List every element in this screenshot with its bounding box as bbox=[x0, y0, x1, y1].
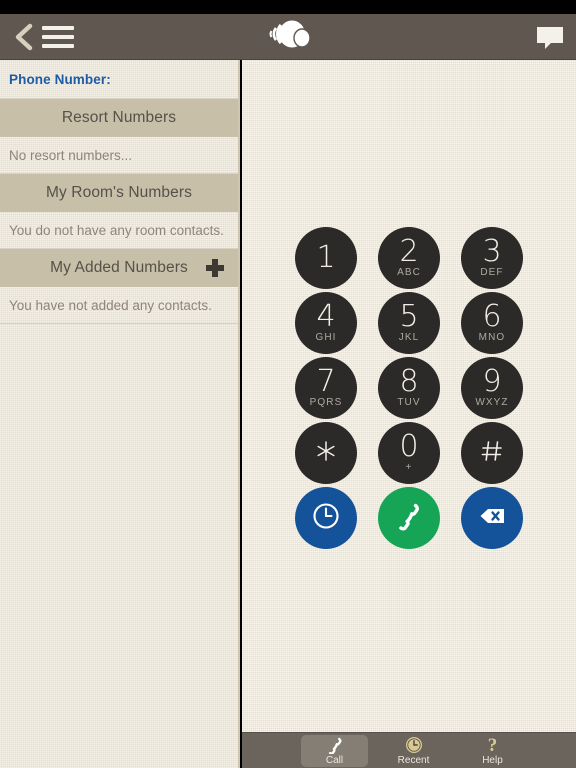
key-1[interactable]: 1 bbox=[295, 227, 357, 289]
key-digit: 8 bbox=[399, 363, 419, 399]
app-logo bbox=[258, 20, 318, 54]
empty-state-text: No resort numbers... bbox=[9, 147, 133, 163]
clock-icon bbox=[309, 499, 343, 538]
empty-state-my-rooms-numbers: You do not have any room contacts. bbox=[0, 212, 238, 248]
key-8[interactable]: 8 TUV bbox=[378, 357, 440, 419]
key-digit: 1 bbox=[316, 240, 336, 275]
delete-button[interactable] bbox=[461, 487, 523, 549]
tab-recent[interactable]: Recent bbox=[380, 735, 447, 767]
key-2[interactable]: 2 ABC bbox=[378, 227, 440, 289]
key-digit: 9 bbox=[482, 363, 502, 399]
tab-label: Help bbox=[482, 754, 503, 766]
phone-handset-icon bbox=[325, 737, 345, 754]
keypad-row-2: 4 GHI 5 JKL 6 MNO bbox=[295, 292, 523, 354]
key-digit: 5 bbox=[399, 298, 419, 334]
empty-state-text: You do not have any room contacts. bbox=[9, 222, 224, 238]
question-mark-icon: ? bbox=[487, 734, 498, 756]
key-digit: 6 bbox=[482, 298, 502, 334]
section-header-my-added-numbers[interactable]: My Added Numbers bbox=[0, 249, 238, 287]
section-title: My Room's Numbers bbox=[46, 184, 192, 201]
key-6[interactable]: 6 MNO bbox=[461, 292, 523, 354]
key-digit: 7 bbox=[316, 363, 336, 399]
call-button[interactable] bbox=[378, 487, 440, 549]
empty-state-my-added-numbers: You have not added any contacts. bbox=[0, 287, 238, 323]
key-letters: TUV bbox=[397, 396, 421, 408]
empty-state-resort-numbers: No resort numbers... bbox=[0, 137, 238, 173]
key-letters: GHI bbox=[315, 331, 337, 343]
hash-icon bbox=[477, 436, 507, 471]
section-title: My Added Numbers bbox=[50, 259, 188, 276]
top-navigation-bar bbox=[0, 14, 576, 60]
hamburger-bar-1 bbox=[42, 26, 74, 30]
divider bbox=[0, 323, 238, 324]
clock-icon bbox=[405, 737, 423, 754]
key-letters: + bbox=[405, 461, 413, 473]
empty-state-text: You have not added any contacts. bbox=[9, 297, 212, 313]
key-0[interactable]: 0 + bbox=[378, 422, 440, 484]
back-button[interactable] bbox=[8, 21, 40, 53]
key-digit: 2 bbox=[399, 233, 419, 269]
hamburger-bar-2 bbox=[42, 35, 74, 39]
hamburger-menu-button[interactable] bbox=[42, 24, 74, 50]
key-letters: MNO bbox=[478, 331, 506, 343]
keypad-row-4: 0 + bbox=[295, 422, 523, 484]
key-4[interactable]: 4 GHI bbox=[295, 292, 357, 354]
tab-list: Call Recent ? Help bbox=[299, 735, 526, 767]
key-7[interactable]: 7 PQRS bbox=[295, 357, 357, 419]
key-digit: 3 bbox=[482, 233, 502, 269]
tab-help[interactable]: ? Help bbox=[459, 735, 526, 767]
dial-pad: 1 2 ABC 3 DEF 4 GHI 5 JKL 6 MNO 7 PQRS 8… bbox=[295, 227, 523, 549]
phone-handset-icon bbox=[392, 499, 426, 538]
status-bar bbox=[0, 0, 576, 14]
keypad-row-1: 1 2 ABC 3 DEF bbox=[295, 227, 523, 289]
key-letters: PQRS bbox=[309, 396, 343, 408]
section-header-my-rooms-numbers[interactable]: My Room's Numbers bbox=[0, 174, 238, 212]
key-letters: DEF bbox=[480, 266, 504, 278]
backspace-icon bbox=[475, 499, 509, 538]
chat-button[interactable] bbox=[534, 24, 566, 50]
key-letters: ABC bbox=[397, 266, 421, 278]
key-digit: 4 bbox=[316, 298, 336, 334]
key-star[interactable] bbox=[295, 422, 357, 484]
chevron-left-icon bbox=[14, 23, 34, 51]
section-title: Resort Numbers bbox=[61, 109, 177, 126]
phone-number-label: Phone Number: bbox=[9, 71, 111, 87]
key-hash[interactable] bbox=[461, 422, 523, 484]
keypad-row-3: 7 PQRS 8 TUV 9 WXYZ bbox=[295, 357, 523, 419]
recent-calls-button[interactable] bbox=[295, 487, 357, 549]
key-digit: 0 bbox=[399, 428, 419, 464]
add-contact-plus-icon[interactable] bbox=[206, 259, 224, 277]
seashell-logo-icon bbox=[262, 20, 314, 55]
dialer-panel: 1 2 ABC 3 DEF 4 GHI 5 JKL 6 MNO 7 PQRS 8… bbox=[242, 60, 576, 768]
contacts-sidebar: Phone Number: Resort Numbers No resort n… bbox=[0, 60, 240, 768]
tab-label: Call bbox=[325, 754, 344, 766]
phone-number-row[interactable]: Phone Number: bbox=[0, 60, 238, 98]
key-3[interactable]: 3 DEF bbox=[461, 227, 523, 289]
phone-dialer-app: Phone Number: Resort Numbers No resort n… bbox=[0, 0, 576, 768]
key-5[interactable]: 5 JKL bbox=[378, 292, 440, 354]
tab-label: Recent bbox=[397, 754, 430, 766]
key-9[interactable]: 9 WXYZ bbox=[461, 357, 523, 419]
asterisk-icon bbox=[311, 436, 341, 471]
key-letters: WXYZ bbox=[475, 396, 509, 408]
dial-action-row bbox=[295, 487, 523, 549]
hamburger-bar-3 bbox=[42, 44, 74, 48]
section-header-resort-numbers[interactable]: Resort Numbers bbox=[0, 99, 238, 137]
speech-bubble-icon bbox=[534, 27, 566, 54]
tab-call[interactable]: Call bbox=[301, 735, 368, 767]
bottom-tab-bar: Call Recent ? Help bbox=[242, 732, 576, 768]
key-letters: JKL bbox=[398, 331, 420, 343]
